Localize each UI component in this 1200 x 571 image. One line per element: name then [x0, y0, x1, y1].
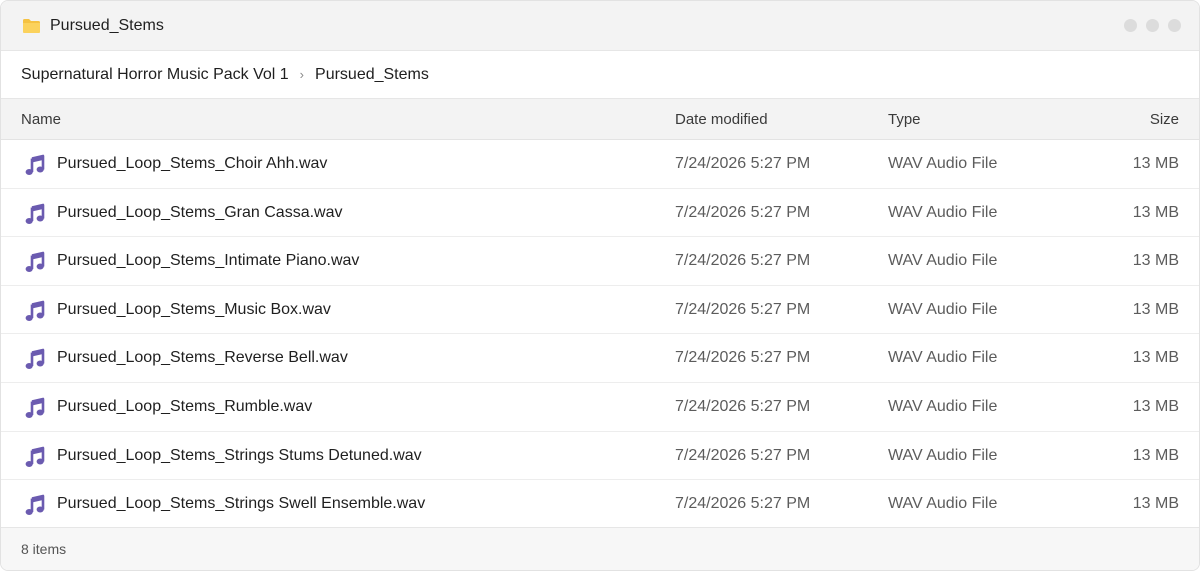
file-size: 13 MB: [1132, 397, 1179, 415]
file-row[interactable]: Pursued_Loop_Stems_Strings Swell Ensembl…: [1, 480, 1199, 529]
file-size: 13 MB: [1132, 203, 1179, 221]
music-note-icon: [25, 154, 45, 175]
file-name: Pursued_Loop_Stems_Intimate Piano.wav: [57, 252, 360, 270]
music-note-icon: [25, 494, 45, 516]
file-date-modified: 7/24/2026 5:27 PM: [675, 203, 811, 221]
file-row[interactable]: Pursued_Loop_Stems_Rumble.wav 7/24/2026 …: [1, 383, 1199, 432]
title-bar: Pursued_Stems: [1, 1, 1199, 51]
column-header-date[interactable]: Date modified: [675, 111, 768, 128]
file-size: 13 MB: [1132, 300, 1179, 318]
music-note-icon: [25, 300, 45, 321]
minimize-button[interactable]: [1124, 19, 1137, 32]
column-header: Name Date modified Type Size: [1, 99, 1199, 140]
close-button[interactable]: [1168, 19, 1181, 32]
file-type: WAV Audio File: [888, 300, 998, 318]
column-header-name[interactable]: Name: [21, 111, 61, 128]
item-count: 8 items: [21, 541, 67, 557]
file-size: 13 MB: [1132, 495, 1179, 513]
music-note-icon: [25, 251, 45, 273]
column-header-size[interactable]: Size: [1150, 111, 1179, 128]
file-date-modified: 7/24/2026 5:27 PM: [675, 397, 811, 415]
file-date-modified: 7/24/2026 5:27 PM: [675, 300, 811, 318]
maximize-button[interactable]: [1146, 19, 1159, 32]
file-type: WAV Audio File: [888, 446, 998, 464]
breadcrumb: Supernatural Horror Music Pack Vol 1 › P…: [1, 51, 1199, 99]
music-note-icon: [25, 397, 45, 418]
file-date-modified: 7/24/2026 5:27 PM: [675, 252, 811, 270]
status-bar: 8 items: [1, 527, 1199, 570]
file-name: Pursued_Loop_Stems_Strings Swell Ensembl…: [57, 495, 426, 513]
file-size: 13 MB: [1132, 155, 1179, 172]
file-type: WAV Audio File: [888, 349, 998, 367]
file-size: 13 MB: [1132, 446, 1179, 464]
music-note-icon: [25, 446, 45, 467]
file-name: Pursued_Loop_Stems_Rumble.wav: [57, 397, 313, 415]
file-date-modified: 7/24/2026 5:27 PM: [675, 495, 811, 513]
file-row[interactable]: Pursued_Loop_Stems_Intimate Piano.wav 7/…: [1, 237, 1199, 286]
file-date-modified: 7/24/2026 5:27 PM: [675, 155, 811, 172]
file-row[interactable]: Pursued_Loop_Stems_Gran Cassa.wav 7/24/2…: [1, 189, 1199, 238]
breadcrumb-item-pack[interactable]: Supernatural Horror Music Pack Vol 1: [21, 66, 289, 84]
file-name: Pursued_Loop_Stems_Reverse Bell.wav: [57, 349, 348, 367]
file-type: WAV Audio File: [888, 495, 998, 513]
music-note-icon: [25, 349, 45, 370]
file-type: WAV Audio File: [888, 397, 998, 415]
file-row[interactable]: Pursued_Loop_Stems_Reverse Bell.wav 7/24…: [1, 334, 1199, 383]
file-type: WAV Audio File: [888, 155, 998, 172]
file-date-modified: 7/24/2026 5:27 PM: [675, 349, 811, 367]
file-size: 13 MB: [1132, 252, 1179, 270]
file-name: Pursued_Loop_Stems_Choir Ahh.wav: [57, 155, 328, 172]
file-list: Pursued_Loop_Stems_Choir Ahh.wav 7/24/20…: [1, 140, 1199, 529]
file-name: Pursued_Loop_Stems_Music Box.wav: [57, 300, 331, 318]
window-controls: [1124, 19, 1181, 32]
file-row[interactable]: Pursued_Loop_Stems_Choir Ahh.wav 7/24/20…: [1, 140, 1199, 189]
column-header-type[interactable]: Type: [888, 111, 921, 128]
chevron-right-icon: ›: [299, 67, 305, 82]
file-type: WAV Audio File: [888, 252, 998, 270]
window-title: Pursued_Stems: [50, 16, 164, 34]
file-name: Pursued_Loop_Stems_Strings Stums Detuned…: [57, 446, 422, 464]
music-note-icon: [25, 203, 45, 224]
breadcrumb-item-current[interactable]: Pursued_Stems: [315, 66, 429, 84]
file-date-modified: 7/24/2026 5:27 PM: [675, 446, 811, 464]
file-name: Pursued_Loop_Stems_Gran Cassa.wav: [57, 203, 343, 221]
folder-icon: [23, 18, 40, 33]
file-type: WAV Audio File: [888, 203, 998, 221]
file-explorer-window: Pursued_Stems Supernatural Horror Music …: [0, 0, 1200, 571]
file-row[interactable]: Pursued_Loop_Stems_Music Box.wav 7/24/20…: [1, 286, 1199, 335]
file-size: 13 MB: [1132, 349, 1179, 367]
file-row[interactable]: Pursued_Loop_Stems_Strings Stums Detuned…: [1, 432, 1199, 481]
